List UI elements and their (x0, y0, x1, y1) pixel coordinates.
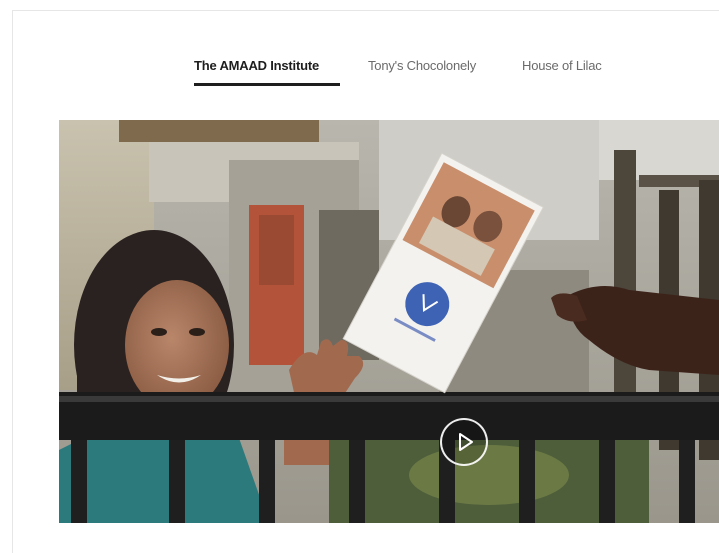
video-player[interactable] (59, 120, 719, 523)
video-thumbnail (59, 120, 719, 523)
play-button[interactable] (440, 418, 488, 466)
tab-tonys-chocolonely[interactable]: Tony's Chocolonely (368, 56, 496, 88)
tab-house-of-lilac[interactable]: House of Lilac (522, 56, 618, 88)
tab-bar: The AMAAD Institute Tony's Chocolonely H… (0, 56, 719, 88)
play-icon (459, 433, 473, 451)
tab-the-amaad-institute[interactable]: The AMAAD Institute (194, 56, 340, 88)
